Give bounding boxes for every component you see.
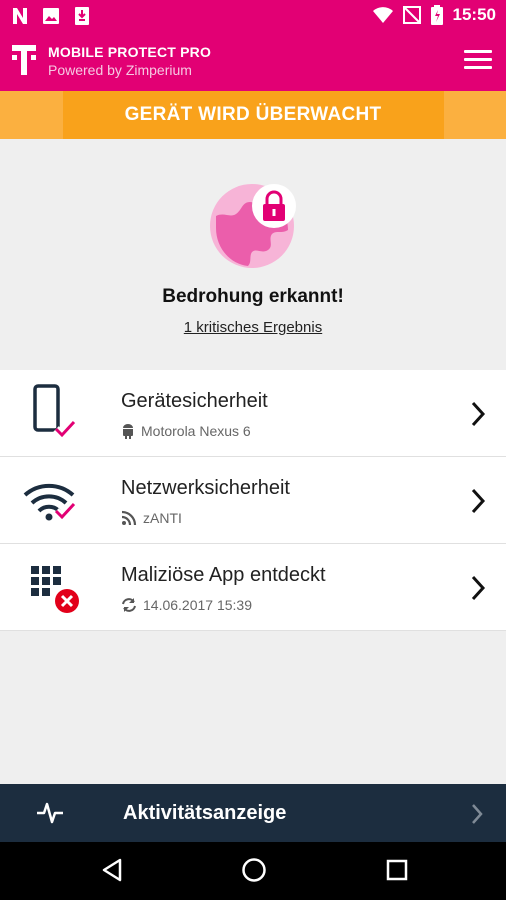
wifi-check-icon <box>23 483 77 523</box>
row-subtitle: 14.06.2017 15:39 <box>121 597 252 613</box>
app-subtitle: Powered by Zimperium <box>48 62 192 78</box>
system-status: 15:50 <box>372 5 496 25</box>
row-subtitle: zANTI <box>121 510 182 526</box>
list-item-device-security[interactable]: Gerätesicherheit Motorola Nexus 6 <box>0 370 506 457</box>
android-icon <box>123 424 133 439</box>
row-subtitle: Motorola Nexus 6 <box>121 423 251 439</box>
sync-icon <box>122 598 136 612</box>
system-nav-bar <box>0 842 506 900</box>
status-bar: 15:50 <box>0 0 506 32</box>
banner-text: GERÄT WIRD ÜBERWACHT <box>124 104 382 125</box>
list-item-malicious-app[interactable]: Maliziöse App entdeckt 14.06.2017 15:39 <box>0 544 506 631</box>
no-signal-icon <box>402 6 421 24</box>
critical-result-link[interactable]: 1 kritisches Ergebnis <box>0 319 506 336</box>
chevron-right-icon <box>472 804 483 824</box>
netflix-n-icon <box>13 8 27 24</box>
chevron-right-icon <box>471 401 486 427</box>
row-subtitle-text: zANTI <box>143 510 182 526</box>
chevron-right-icon <box>471 575 486 601</box>
battery-icon <box>430 5 443 25</box>
pulse-icon <box>37 802 63 824</box>
globe-lock-icon <box>210 184 296 268</box>
chevron-right-icon <box>471 488 486 514</box>
row-title: Gerätesicherheit <box>121 390 268 412</box>
home-icon[interactable] <box>241 857 267 883</box>
back-icon[interactable] <box>100 857 124 883</box>
activity-label: Aktivitätsanzeige <box>123 802 287 824</box>
notification-icons <box>12 6 90 26</box>
recents-icon[interactable] <box>385 857 409 883</box>
app-bar: MOBILE PROTECT PRO Powered by Zimperium <box>0 32 506 91</box>
activity-bar[interactable]: Aktivitätsanzeige <box>0 784 506 842</box>
app-title: MOBILE PROTECT PRO <box>48 44 212 60</box>
apps-error-icon <box>31 566 81 615</box>
download-icon <box>75 7 89 25</box>
rss-icon <box>121 510 137 526</box>
critical-result-text[interactable]: 1 kritisches Ergebnis <box>184 319 322 336</box>
row-title: Netzwerksicherheit <box>121 477 290 499</box>
list-item-network-security[interactable]: Netzwerksicherheit zANTI <box>0 457 506 544</box>
hamburger-menu-icon[interactable] <box>464 50 492 72</box>
row-subtitle-text: 14.06.2017 15:39 <box>143 597 252 613</box>
security-list: Gerätesicherheit Motorola Nexus 6 Netzwe… <box>0 370 506 631</box>
monitoring-banner: GERÄT WIRD ÜBERWACHT <box>0 91 506 139</box>
telekom-t-logo-icon <box>12 45 36 75</box>
threat-title: Bedrohung erkannt! <box>162 286 344 307</box>
image-icon <box>43 8 59 24</box>
wifi-status-icon <box>372 7 393 23</box>
row-subtitle-text: Motorola Nexus 6 <box>141 423 251 439</box>
clock: 15:50 <box>452 5 496 24</box>
row-title: Maliziöse App entdeckt <box>121 564 326 586</box>
phone-check-icon <box>33 384 77 441</box>
